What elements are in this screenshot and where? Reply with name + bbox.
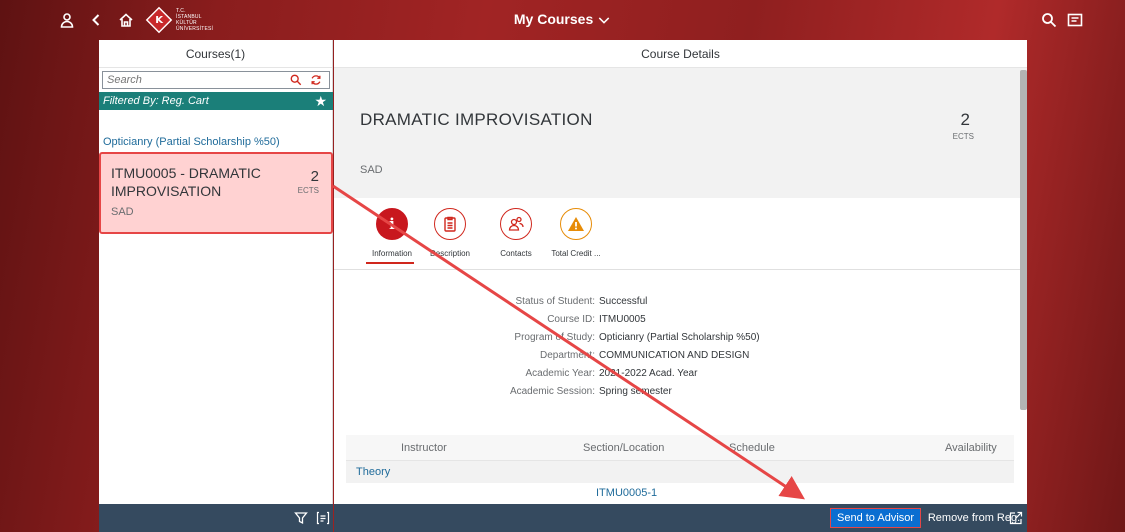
group-label: Theory — [356, 466, 391, 478]
course-item-credits: 2 — [310, 168, 319, 185]
field-value: Opticianry (Partial Scholarship %50) — [599, 332, 760, 343]
group-list-icon[interactable] — [315, 510, 331, 526]
icon-tab-bar: i Information Description Contacts Total… — [334, 198, 1020, 270]
master-header: Courses(1) — [99, 40, 332, 68]
back-icon[interactable] — [87, 11, 105, 29]
tab-label: Contacts — [500, 249, 532, 258]
master-panel: Courses(1) Filtered By: Reg. Cart ★ Opti… — [99, 40, 333, 504]
field-value: Spring semester — [599, 386, 672, 397]
tab-label: Information — [371, 249, 413, 258]
master-footer — [99, 504, 333, 532]
field-label: Course ID: — [547, 314, 595, 325]
tab-total-credit[interactable]: Total Credit ... — [546, 208, 606, 264]
filter-icon[interactable] — [293, 510, 309, 526]
logo-text: T.C. İSTANBUL KÜLTÜR ÜNİVERSİTESİ — [176, 8, 214, 32]
sections-table: Instructor Section/Location Schedule Ava… — [346, 435, 1014, 501]
shell-bar: K T.C. İSTANBUL KÜLTÜR ÜNİVERSİTESİ My C… — [0, 0, 1125, 40]
tab-information[interactable]: i Information — [362, 208, 422, 264]
program-group-link[interactable]: Opticianry (Partial Scholarship %50) — [103, 136, 280, 148]
column-header-schedule: Schedule — [729, 442, 775, 454]
search-icon[interactable] — [1040, 11, 1058, 29]
table-header-row: Instructor Section/Location Schedule Ava… — [346, 435, 1014, 461]
scrollbar[interactable] — [1020, 70, 1027, 410]
field-label: Academic Year: — [525, 368, 596, 379]
detail-panel: Course Details DRAMATIC IMPROVISATION SA… — [334, 40, 1027, 504]
university-logo[interactable]: K T.C. İSTANBUL KÜLTÜR ÜNİVERSİTESİ — [145, 6, 214, 34]
form-row-status: Status of Student: Successful — [334, 295, 1020, 309]
column-header-instructor: Instructor — [401, 442, 447, 454]
svg-text:i: i — [389, 215, 395, 233]
app-title[interactable]: My Courses — [514, 11, 593, 27]
document-icon — [434, 208, 466, 240]
favorite-star-icon[interactable]: ★ — [314, 93, 327, 109]
contacts-icon — [500, 208, 532, 240]
form-row-academic-session: Academic Session: Spring semester — [334, 385, 1020, 399]
filter-info-bar[interactable]: Filtered By: Reg. Cart ★ — [99, 92, 333, 110]
form-row-academic-year: Academic Year: 2021-2022 Acad. Year — [334, 367, 1020, 381]
tab-description[interactable]: Description — [420, 208, 480, 264]
section-link[interactable]: ITMU0005-1 — [596, 487, 657, 499]
search-field[interactable] — [102, 71, 330, 89]
course-subtitle: SAD — [360, 164, 383, 176]
course-item-subtitle: SAD — [111, 206, 134, 218]
search-input[interactable] — [103, 72, 283, 88]
course-credits: 2 — [960, 110, 970, 129]
detail-header: Course Details — [334, 40, 1027, 68]
course-title: DRAMATIC IMPROVISATION — [360, 110, 593, 129]
field-label: Academic Session: — [509, 386, 595, 397]
menu-icon[interactable] — [1066, 11, 1084, 29]
table-group-row: Theory — [346, 461, 1014, 483]
column-header-section: Section/Location — [583, 442, 665, 454]
search-icon[interactable] — [289, 73, 303, 87]
column-header-availability: Availability — [945, 442, 997, 454]
course-credit-unit: ECTS — [952, 132, 974, 141]
field-label: Status of Student: — [515, 296, 596, 307]
form-row-program: Program of Study: Opticianry (Partial Sc… — [334, 331, 1020, 345]
field-value: 2021-2022 Acad. Year — [599, 368, 698, 379]
field-value: Successful — [599, 296, 648, 307]
user-icon[interactable] — [58, 11, 76, 29]
warning-icon — [560, 208, 592, 240]
list-item-course[interactable]: ITMU0005 - DRAMATIC IMPROVISATION 2 ECTS… — [99, 152, 333, 234]
send-to-advisor-button[interactable]: Send to Advisor — [830, 508, 922, 528]
field-value: COMMUNICATION AND DESIGN — [599, 350, 750, 361]
detail-footer: Send to Advisor Remove from Reg. Cart — [334, 504, 1027, 532]
form-row-course-id: Course ID: ITMU0005 — [334, 313, 1020, 327]
logo-mark-icon: K — [145, 6, 173, 34]
filter-text: Filtered By: Reg. Cart — [103, 95, 209, 107]
course-item-credit-unit: ECTS — [297, 186, 319, 195]
info-icon: i — [376, 208, 408, 240]
share-icon[interactable] — [1008, 510, 1024, 526]
field-label: Program of Study: — [514, 332, 595, 343]
field-label: Department: — [539, 350, 595, 361]
tab-label: Description — [429, 249, 470, 258]
tab-selected-indicator — [366, 262, 414, 264]
course-item-title: ITMU0005 - DRAMATIC IMPROVISATION — [111, 165, 261, 199]
refresh-icon[interactable] — [309, 73, 323, 87]
tab-label: Total Credit ... — [551, 249, 601, 258]
object-header: DRAMATIC IMPROVISATION SAD 2 ECTS — [334, 68, 1027, 198]
table-row[interactable]: ITMU0005-1 — [346, 483, 1014, 501]
field-value: ITMU0005 — [599, 314, 646, 325]
form-row-department: Department: COMMUNICATION AND DESIGN — [334, 349, 1020, 363]
tab-contacts[interactable]: Contacts — [486, 208, 546, 264]
home-icon[interactable] — [117, 11, 135, 29]
chevron-down-icon[interactable] — [597, 12, 611, 28]
